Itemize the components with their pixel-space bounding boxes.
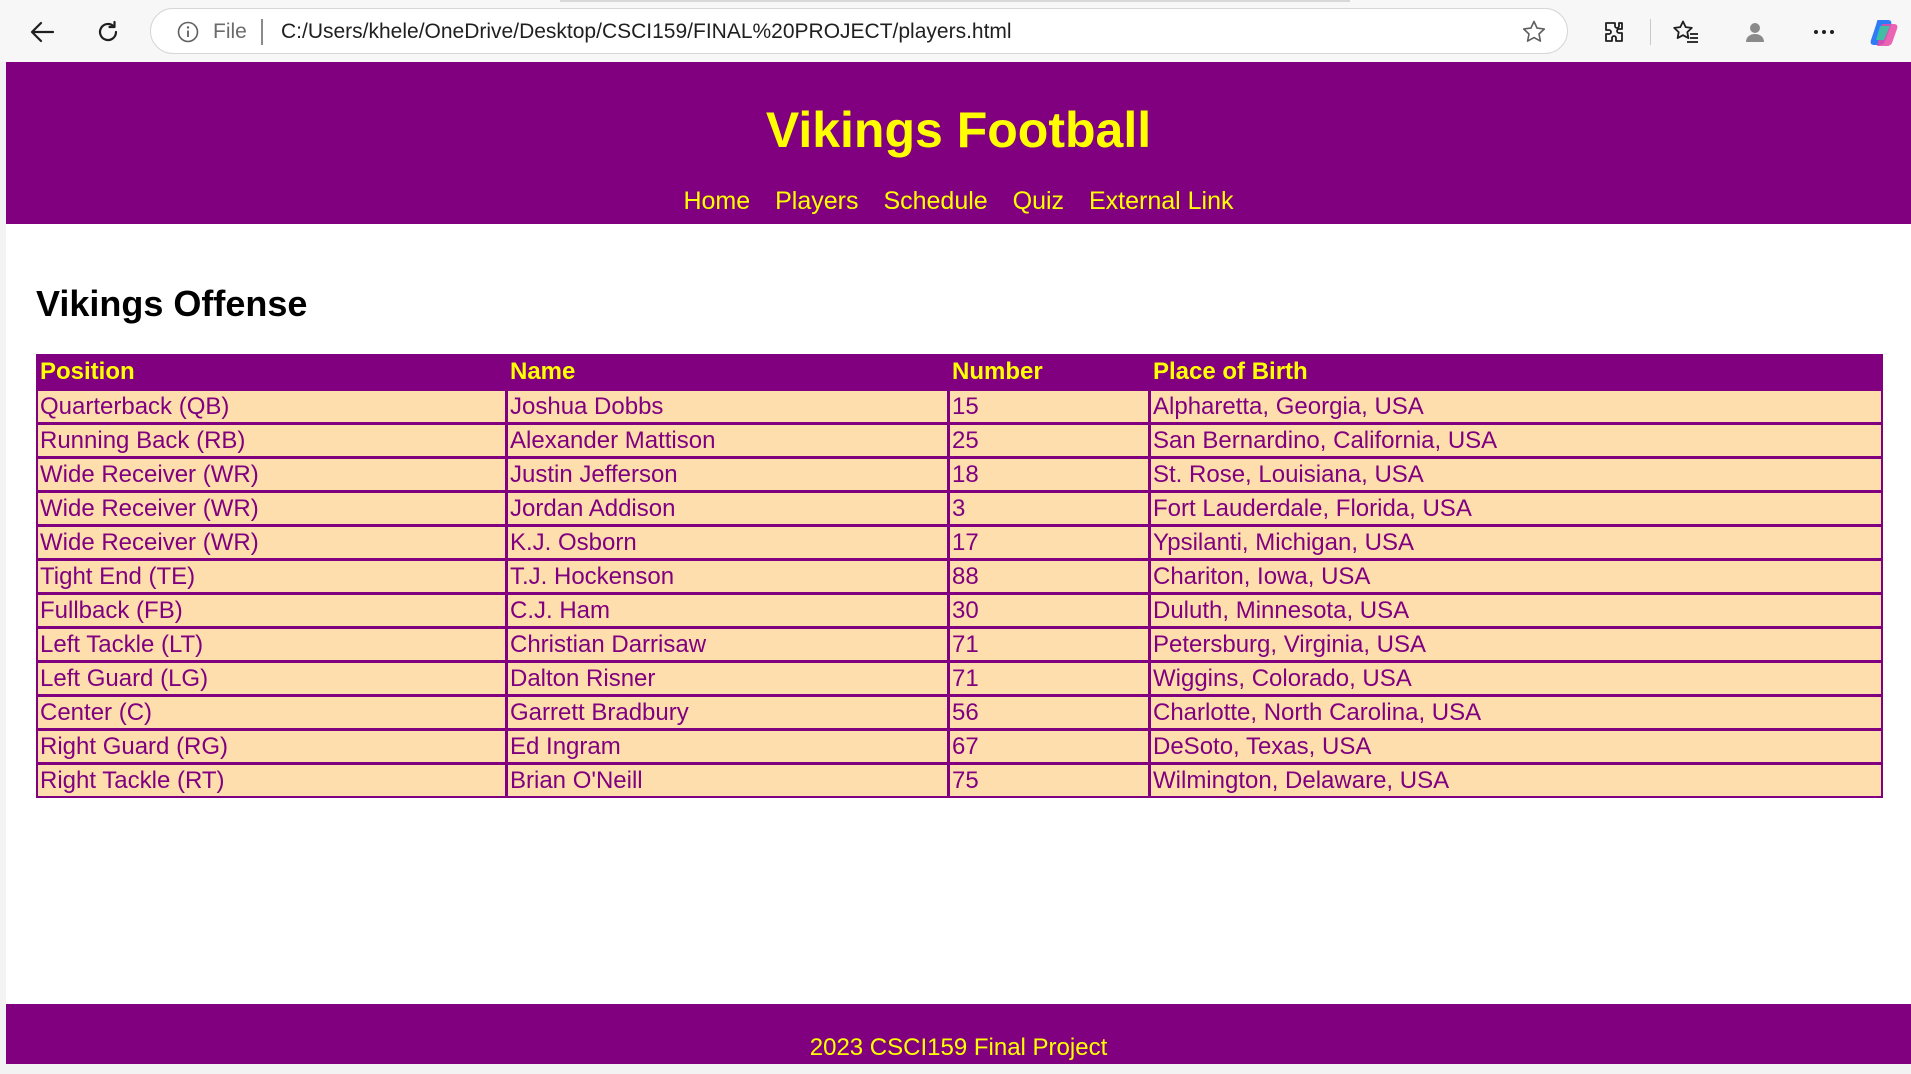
url-text[interactable]: C:/Users/khele/OneDrive/Desktop/CSCI159/… [281,20,1012,44]
player-name-cell: K.J. Osborn [508,524,950,558]
table-row: Running Back (RB) Alexander Mattison 25 San… [38,422,1881,456]
position-cell: Fullback (FB) [38,592,508,626]
table-row: Wide Receiver (WR) Jordan Addison 3 Fort La… [38,490,1881,524]
position-cell: Right Tackle (RT) [38,762,508,796]
birthplace-cell: Wilmington, Delaware, USA [1151,762,1881,796]
player-name-cell: Christian Darrisaw [508,626,950,660]
footer-text: 2023 CSCI159 Final Project [809,1034,1108,1061]
offense-roster-table: Position Name Number Place of Birth Quar… [36,354,1883,798]
back-icon[interactable] [20,10,64,54]
birthplace-cell: DeSoto, Texas, USA [1151,728,1881,762]
table-row: Fullback (FB) C.J. Ham 30 Duluth, Minnesota… [38,592,1881,626]
birthplace-cell: Fort Lauderdale, Florida, USA [1151,490,1881,524]
position-cell: Left Tackle (LT) [38,626,508,660]
refresh-icon[interactable] [86,10,130,54]
browser-toolbar: File C:/Users/khele/OneDrive/Desktop/CSC… [0,0,1911,62]
position-cell: Running Back (RB) [38,422,508,456]
copilot-icon[interactable] [1862,10,1906,54]
table-header-row: Position Name Number Place of Birth [38,356,1881,388]
position-cell: Quarterback (QB) [38,388,508,422]
table-body: Quarterback (QB) Joshua Dobbs 15 Alpharetta… [38,388,1881,796]
nav-link-quiz[interactable]: Quiz [1013,187,1064,215]
jersey-number-cell: 56 [950,694,1151,728]
player-name-cell: Dalton Risner [508,660,950,694]
file-scheme-label: File [213,20,247,43]
favorites-icon[interactable] [1664,10,1708,54]
position-cell: Wide Receiver (WR) [38,456,508,490]
nav-link-players[interactable]: Players [775,187,858,215]
jersey-number-cell: 75 [950,762,1151,796]
table-row: Right Guard (RG) Ed Ingram 67 DeSoto, Texas… [38,728,1881,762]
jersey-number-cell: 71 [950,660,1151,694]
position-cell: Wide Receiver (WR) [38,490,508,524]
player-name-cell: Jordan Addison [508,490,950,524]
player-name-cell: Garrett Bradbury [508,694,950,728]
table-row: Center (C) Garrett Bradbury 56 Charlotte, N… [38,694,1881,728]
position-cell: Left Guard (LG) [38,660,508,694]
birthplace-cell: Ypsilanti, Michigan, USA [1151,524,1881,558]
jersey-number-cell: 88 [950,558,1151,592]
window-bottom-edge [0,1064,1911,1074]
player-name-cell: C.J. Ham [508,592,950,626]
jersey-number-cell: 67 [950,728,1151,762]
extensions-icon[interactable] [1592,10,1636,54]
table-row: Right Tackle (RT) Brian O'Neill 75 Wilmingt… [38,762,1881,796]
position-cell: Wide Receiver (WR) [38,524,508,558]
table-row: Tight End (TE) T.J. Hockenson 88 Chariton, … [38,558,1881,592]
column-header-name: Name [508,356,950,388]
birthplace-cell: San Bernardino, California, USA [1151,422,1881,456]
player-name-cell: T.J. Hockenson [508,558,950,592]
player-name-cell: Brian O'Neill [508,762,950,796]
favorite-star-icon[interactable] [1521,19,1547,45]
table-row: Wide Receiver (WR) Justin Jefferson 18 St. … [38,456,1881,490]
jersey-number-cell: 71 [950,626,1151,660]
column-header-position: Position [38,356,508,388]
toolbar-divider [1650,19,1651,45]
info-icon[interactable] [177,21,199,43]
birthplace-cell: Petersburg, Virginia, USA [1151,626,1881,660]
jersey-number-cell: 25 [950,422,1151,456]
jersey-number-cell: 18 [950,456,1151,490]
birthplace-cell: Duluth, Minnesota, USA [1151,592,1881,626]
player-name-cell: Justin Jefferson [508,456,950,490]
nav-link-external[interactable]: External Link [1089,187,1234,215]
nav-link-schedule[interactable]: Schedule [883,187,987,215]
birthplace-cell: Wiggins, Colorado, USA [1151,660,1881,694]
player-name-cell: Ed Ingram [508,728,950,762]
site-header: Vikings Football Home Players Schedule Q… [6,62,1911,224]
birthplace-cell: Alpharetta, Georgia, USA [1151,388,1881,422]
address-bar[interactable]: File C:/Users/khele/OneDrive/Desktop/CSC… [150,8,1568,54]
page-viewport: Vikings Football Home Players Schedule Q… [6,62,1911,1074]
position-cell: Center (C) [38,694,508,728]
column-header-birthplace: Place of Birth [1151,356,1881,388]
position-cell: Right Guard (RG) [38,728,508,762]
table-row: Left Tackle (LT) Christian Darrisaw 71 Pete… [38,626,1881,660]
player-name-cell: Alexander Mattison [508,422,950,456]
address-divider [261,19,263,45]
table-row: Left Guard (LG) Dalton Risner 71 Wiggins, C… [38,660,1881,694]
more-icon[interactable] [1802,10,1846,54]
player-name-cell: Joshua Dobbs [508,388,950,422]
birthplace-cell: St. Rose, Louisiana, USA [1151,456,1881,490]
jersey-number-cell: 15 [950,388,1151,422]
position-cell: Tight End (TE) [38,558,508,592]
tab-strip-edge [560,0,1350,2]
nav-link-home[interactable]: Home [683,187,750,215]
profile-icon[interactable] [1733,10,1777,54]
jersey-number-cell: 30 [950,592,1151,626]
main-nav: Home Players Schedule Quiz External Link [6,186,1911,216]
birthplace-cell: Chariton, Iowa, USA [1151,558,1881,592]
column-header-number: Number [950,356,1151,388]
birthplace-cell: Charlotte, North Carolina, USA [1151,694,1881,728]
site-title: Vikings Football [765,102,1152,158]
table-row: Wide Receiver (WR) K.J. Osborn 17 Ypsilanti… [38,524,1881,558]
table-row: Quarterback (QB) Joshua Dobbs 15 Alpharetta… [38,388,1881,422]
section-title: Vikings Offense [36,283,308,324]
jersey-number-cell: 3 [950,490,1151,524]
jersey-number-cell: 17 [950,524,1151,558]
